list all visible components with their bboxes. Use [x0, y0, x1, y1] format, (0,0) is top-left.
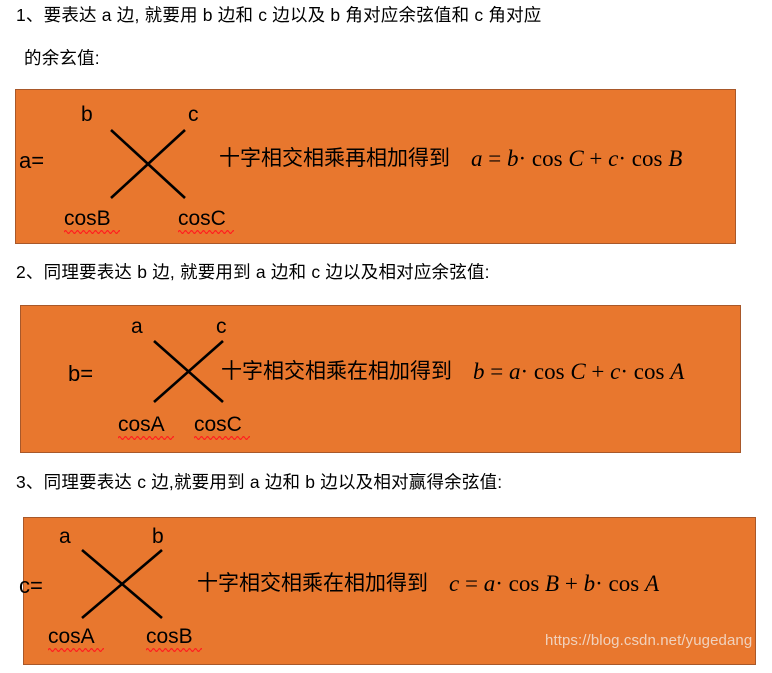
panel-2-rule-text: 十字相交相乘在相加得到	[221, 360, 452, 383]
panel-3-bottom-label-left: cosA	[48, 625, 95, 648]
panel-1-formula-t2-var: c	[608, 146, 619, 171]
panel-3-formula-lhs-var: c	[449, 571, 460, 596]
panel-2-top-label-left: a	[131, 315, 143, 338]
panel-2-formula: b = a· cos C + c· cos A	[473, 360, 684, 383]
panel-2-spellcheck-underline-right	[194, 436, 250, 440]
panel-2-formula-t2-dot: ·	[620, 359, 629, 384]
panel-3-formula-plus: +	[564, 571, 578, 596]
panel-2-cross-lines	[153, 340, 224, 403]
panel-1-formula: a = b· cos C + c· cos B	[471, 147, 682, 170]
panel-3-formula-t2-var: b	[583, 571, 596, 596]
panel-3-formula-t2-dot: ·	[595, 571, 603, 596]
panel-3-top-label-right: b	[152, 525, 164, 548]
panel-2-bottom-label-left: cosA	[118, 413, 165, 436]
section-3-heading: 3、同理要表达 c 边,就要用到 a 边和 b 边以及相对赢得余弦值:	[16, 472, 503, 492]
panel-3-spellcheck-underline-left	[48, 648, 104, 652]
panel-2-bottom-label-right: cosC	[194, 413, 242, 436]
panel-2-formula-t2-var: c	[610, 359, 621, 384]
panel-3-formula-t2-angle: A	[644, 571, 659, 596]
panel-3-formula-eq: =	[464, 571, 478, 596]
panel-1-formula-t1-fn: cos	[531, 146, 563, 171]
panel-3-spellcheck-underline-right	[146, 648, 202, 652]
panel-2-lhs-label: b=	[68, 361, 94, 386]
panel-1-formula-t2-dot: ·	[618, 146, 627, 171]
panel-2-formula-t1-fn: cos	[533, 359, 565, 384]
panel-1-lhs-label: a=	[19, 148, 45, 173]
panel-3-cross-lines	[81, 549, 163, 619]
panel-3-formula-t2-fn: cos	[608, 571, 640, 596]
panel-3-top-label-left: a	[59, 525, 71, 548]
cross-multiply-panel-1: a= b c cosB cosC 十字相交相乘再相加得到 a = b· cos …	[15, 89, 736, 244]
panel-1-formula-t1-var: b	[506, 146, 519, 171]
panel-2-top-label-right: c	[216, 315, 227, 338]
panel-2-formula-t1-angle: C	[570, 359, 586, 384]
panel-2-formula-t2-fn: cos	[633, 359, 665, 384]
panel-3-lhs-label: c=	[19, 573, 43, 598]
panel-1-rule-text: 十字相交相乘再相加得到	[219, 147, 450, 170]
panel-1-formula-lhs-var: a	[471, 146, 483, 171]
panel-2-formula-eq: =	[490, 359, 504, 384]
panel-1-spellcheck-underline-right	[178, 230, 234, 234]
panel-2-formula-t1-dot: ·	[520, 359, 529, 384]
panel-2-formula-plus: +	[591, 359, 605, 384]
cross-multiply-panel-2: b= a c cosA cosC 十字相交相乘在相加得到 b = a· cos …	[20, 305, 741, 453]
panel-1-bottom-label-right: cosC	[178, 207, 226, 230]
panel-3-formula: c = a· cos B + b· cos A	[449, 572, 659, 595]
section-1-heading-line-2: 的余玄值:	[24, 48, 100, 68]
panel-1-bottom-label-left: cosB	[64, 207, 111, 230]
panel-1-formula-plus: +	[589, 146, 603, 171]
panel-2-formula-lhs-var: b	[473, 359, 485, 384]
section-2-heading: 2、同理要表达 b 边, 就要用到 a 边和 c 边以及相对应余弦值:	[16, 262, 490, 282]
panel-1-formula-t1-angle: C	[568, 146, 584, 171]
panel-1-formula-t1-dot: ·	[518, 146, 527, 171]
panel-1-spellcheck-underline-left	[64, 230, 120, 234]
panel-1-top-label-right: c	[188, 103, 199, 126]
panel-2-formula-t2-angle: A	[670, 359, 685, 384]
section-1-heading-line-1: 1、要表达 a 边, 就要用 b 边和 c 边以及 b 角对应余弦值和 c 角对…	[16, 5, 542, 25]
panel-1-cross-lines	[110, 129, 186, 199]
panel-3-formula-t1-angle: B	[545, 571, 560, 596]
panel-3-formula-t1-fn: cos	[508, 571, 540, 596]
panel-2-spellcheck-underline-left	[118, 436, 174, 440]
panel-2-formula-t1-var: a	[508, 359, 521, 384]
panel-1-formula-t2-angle: B	[668, 146, 683, 171]
watermark-url: https://blog.csdn.net/yugedang	[545, 632, 753, 649]
panel-3-bottom-label-right: cosB	[146, 625, 193, 648]
panel-3-formula-t1-dot: ·	[495, 571, 503, 596]
panel-1-top-label-left: b	[81, 103, 93, 126]
panel-3-formula-t1-var: a	[483, 571, 496, 596]
panel-3-rule-text: 十字相交相乘在相加得到	[197, 572, 428, 595]
panel-1-formula-eq: =	[488, 146, 502, 171]
panel-1-formula-t2-fn: cos	[631, 146, 663, 171]
